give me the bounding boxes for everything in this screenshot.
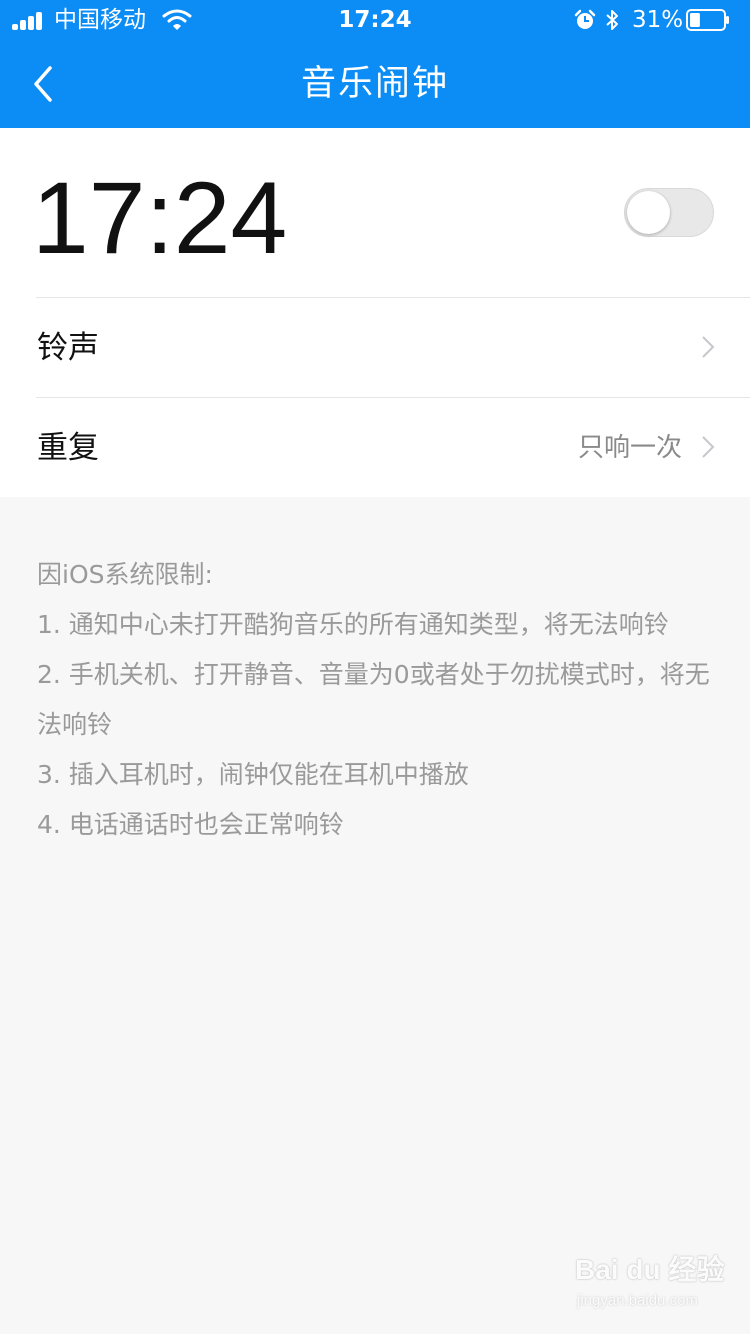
alarm-toggle[interactable]	[624, 188, 714, 237]
note-item: 1. 通知中心未打开酷狗音乐的所有通知类型，将无法响铃	[37, 610, 669, 639]
ios-limitation-notes: 因iOS系统限制: 1. 通知中心未打开酷狗音乐的所有通知类型，将无法响铃 2.…	[37, 550, 727, 850]
page-title: 音乐闹钟	[300, 64, 449, 104]
watermark-url: jingyan.baidu.com	[577, 1292, 698, 1309]
alarm-icon	[574, 9, 596, 29]
repeat-value: 只响一次	[577, 433, 682, 463]
battery-icon	[686, 9, 729, 31]
note-item: 4. 电话通话时也会正常响铃	[37, 810, 344, 839]
note-item: 3. 插入耳机时，闹钟仅能在耳机中播放	[37, 760, 469, 789]
repeat-row[interactable]: 重复 只响一次	[0, 398, 750, 497]
chevron-right-icon	[702, 336, 715, 358]
alarm-time[interactable]: 17:24	[32, 160, 287, 276]
baidu-jingyan-watermark: Bai du 经验 jingyan.baidu.com	[575, 1250, 724, 1320]
note-item: 2. 手机关机、打开静音、音量为0或者处于勿扰模式时，将无法响铃	[37, 660, 710, 739]
toggle-knob	[627, 191, 670, 234]
repeat-label: 重复	[37, 430, 99, 466]
alarm-settings-panel: 17:24 铃声 重复 只响一次	[0, 128, 750, 497]
app-header: 中国移动 17:24 31% 音乐闹钟	[0, 0, 750, 128]
battery-percent: 31%	[632, 7, 684, 33]
notes-heading: 因iOS系统限制:	[37, 560, 213, 589]
bluetooth-icon	[606, 10, 618, 30]
chevron-right-icon	[702, 436, 715, 458]
ringtone-row[interactable]: 铃声	[0, 298, 750, 397]
status-bar: 中国移动 17:24 31%	[0, 0, 750, 40]
ringtone-label: 铃声	[37, 330, 99, 366]
watermark-logo: Bai du 经验	[575, 1254, 725, 1285]
